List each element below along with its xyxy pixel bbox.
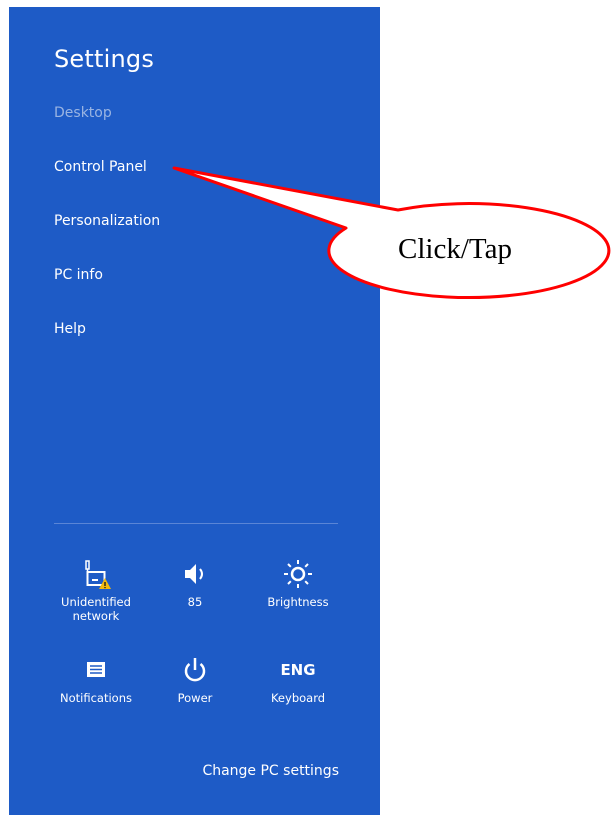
keyboard-tile[interactable]: ENG Keyboard xyxy=(248,654,348,705)
settings-charm-panel: Settings Desktop Control Panel Personali… xyxy=(9,7,380,815)
network-warning-icon xyxy=(80,558,112,590)
panel-title: Settings xyxy=(54,45,155,73)
volume-icon xyxy=(179,558,211,590)
notifications-icon xyxy=(80,654,112,686)
volume-label: 85 xyxy=(187,595,203,609)
network-tile[interactable]: Unidentified network xyxy=(46,558,146,623)
menu-item-personalization[interactable]: Personalization xyxy=(54,212,160,230)
brightness-tile[interactable]: Brightness xyxy=(248,558,348,609)
menu-item-pc-info[interactable]: PC info xyxy=(54,266,103,284)
change-pc-settings-link[interactable]: Change PC settings xyxy=(202,763,339,779)
notifications-label: Notifications xyxy=(60,691,132,705)
volume-tile[interactable]: 85 xyxy=(145,558,245,609)
network-label: Unidentified network xyxy=(61,595,131,623)
menu-item-help[interactable]: Help xyxy=(54,320,86,338)
keyboard-label: Keyboard xyxy=(270,691,326,705)
screenshot-stage: Settings Desktop Control Panel Personali… xyxy=(0,0,614,822)
power-tile[interactable]: Power xyxy=(145,654,245,705)
keyboard-icon: ENG xyxy=(280,661,316,679)
menu-item-desktop: Desktop xyxy=(54,105,112,121)
callout-text: Click/Tap xyxy=(398,233,512,265)
power-icon xyxy=(179,654,211,686)
notifications-tile[interactable]: Notifications xyxy=(46,654,146,705)
power-label: Power xyxy=(177,691,213,705)
quick-settings-divider xyxy=(54,523,338,524)
brightness-label: Brightness xyxy=(267,595,329,609)
menu-item-control-panel[interactable]: Control Panel xyxy=(54,158,147,176)
brightness-icon xyxy=(282,558,314,590)
